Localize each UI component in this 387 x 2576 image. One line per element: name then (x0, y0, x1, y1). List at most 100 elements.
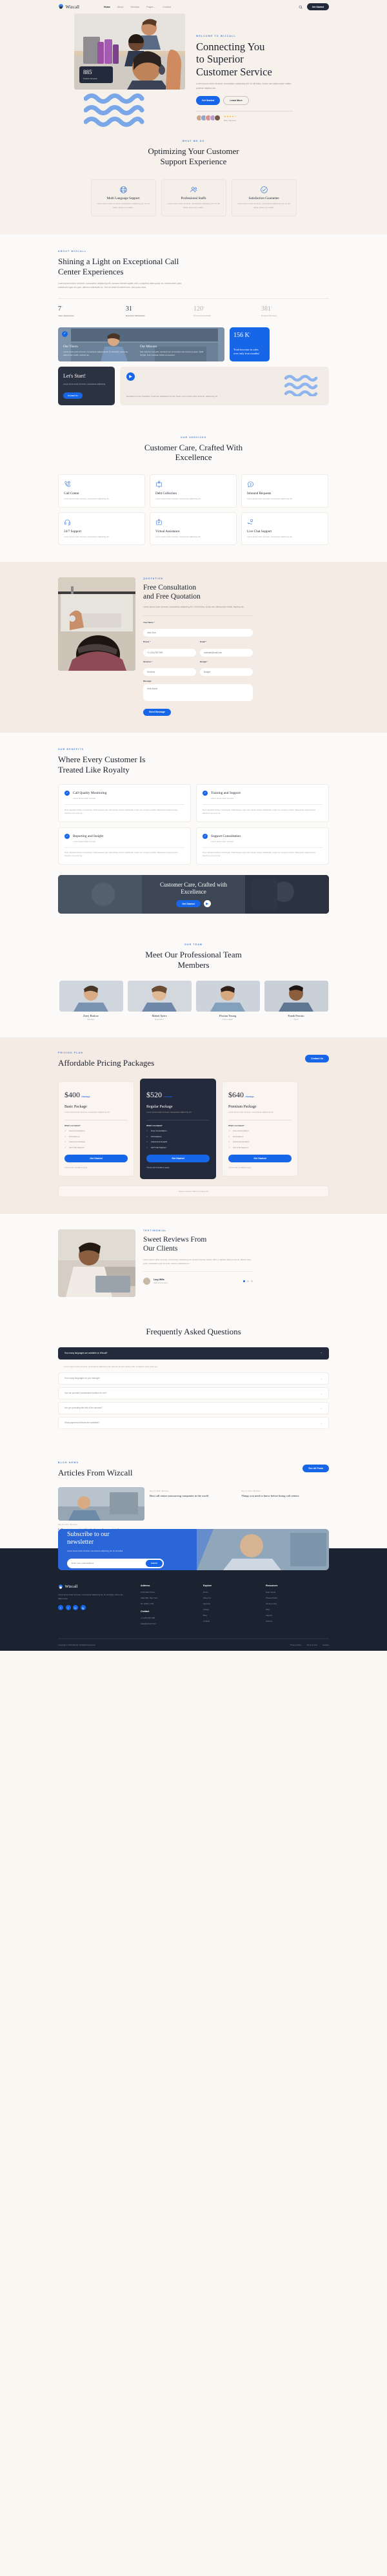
plan-get-started-button[interactable]: Get Started (228, 1154, 292, 1162)
footer-bottom-link[interactable]: Cookies (322, 1644, 329, 1646)
blog-post[interactable]: May 21, 2023 • Business Call center inno… (58, 1486, 144, 1532)
footer-link[interactable]: Terms of Use (266, 1602, 328, 1606)
feature-card[interactable]: Satisfaction Guarantee Lorem ipsum dolor… (231, 179, 297, 216)
footer-link[interactable]: Privacy Policy (266, 1597, 328, 1600)
brand-logo[interactable]: Wizcall (58, 4, 79, 10)
faq-item[interactable]: How many languages are available on Wizc… (58, 1347, 329, 1360)
linkedin-icon[interactable]: in (73, 1605, 78, 1611)
plan-get-started-button[interactable]: Get Started (146, 1154, 210, 1162)
service-card[interactable]: 24/7 Support Lorem ipsum dolor sit amet,… (58, 512, 145, 546)
nav-link-services[interactable]: Services (130, 6, 139, 8)
footer-phone[interactable]: +1 (234) 567 890 (141, 1617, 203, 1620)
search-icon[interactable] (299, 5, 303, 9)
service-title: Live Chat Support (247, 529, 272, 533)
footer-link[interactable]: FAQ (266, 1608, 328, 1611)
facebook-icon[interactable]: f (58, 1605, 63, 1611)
service-card[interactable]: Virtual Assistance Lorem ipsum dolor sit… (150, 512, 237, 546)
message-textarea[interactable] (143, 684, 253, 701)
budget-input[interactable] (200, 668, 253, 677)
footer-link[interactable]: Support (266, 1614, 328, 1617)
nav-link-contact[interactable]: Contact (163, 6, 170, 8)
footer-link[interactable]: Careers (266, 1620, 328, 1623)
chevron-down-icon[interactable]: ⌄ (321, 1407, 322, 1410)
carousel-dot[interactable] (251, 1280, 253, 1282)
instagram-icon[interactable]: ig (80, 1605, 86, 1611)
faq-list: How many languages are available on Wizc… (58, 1347, 329, 1429)
feature-card[interactable]: Professional Staffs Lorem ipsum dolor si… (161, 179, 226, 216)
team-member[interactable]: Florian Young Team Leader (195, 980, 260, 1021)
footer-link[interactable]: Contact (203, 1620, 266, 1623)
check-icon: ✓ (228, 1146, 231, 1149)
faq-item[interactable]: Are you providing the trial of the accou… (58, 1401, 329, 1414)
feature-card[interactable]: Multi Language Support Lorem ipsum dolor… (90, 179, 156, 216)
hero-learn-more-button[interactable]: Learn More (223, 95, 249, 105)
team-member[interactable]: Zoey Barlow Manager (59, 980, 123, 1021)
carousel-dot[interactable] (247, 1280, 249, 1282)
footer-link[interactable]: About Us (203, 1597, 266, 1600)
chevron-down-icon[interactable]: ⌄ (321, 1421, 322, 1425)
email-input[interactable] (200, 648, 253, 657)
service-card[interactable]: Debt Collection Lorem ipsum dolor sit am… (150, 474, 237, 508)
chevron-down-icon[interactable]: ⌄ (321, 1377, 322, 1380)
twitter-icon[interactable]: t (65, 1605, 71, 1611)
play-icon[interactable]: ▶ (126, 372, 135, 381)
blog-post[interactable]: May 21, 2023 • Business Things you need … (241, 1487, 328, 1532)
faq-item[interactable]: Can we provide a customized solution for… (58, 1387, 329, 1399)
nav-link-pages[interactable]: Pages ⌄ (146, 6, 155, 8)
footer-link[interactable]: Pricing (203, 1608, 266, 1611)
team-member[interactable]: Frank Ferrato Agent (264, 980, 328, 1021)
footer-bottom-link[interactable]: Privacy Policy (290, 1644, 301, 1646)
name-input[interactable] (143, 629, 253, 637)
chevron-up-icon[interactable]: ⌃ (321, 1352, 322, 1355)
pricing-card-regular[interactable]: $520/ Package Regular Package Lorem ipsu… (140, 1079, 216, 1179)
get-started-button[interactable]: Get Started (306, 3, 329, 10)
nav-link-about[interactable]: About (117, 6, 123, 8)
top-navigation: Wizcall Home About Services Pages ⌄ Cont… (0, 0, 387, 14)
lets-start-contact-button[interactable]: Contact Us (63, 392, 83, 399)
faq-item[interactable]: How many languages do you manage? ⌄ (58, 1372, 329, 1385)
team-member[interactable]: Mabel Ayers Supervisor (127, 980, 192, 1021)
send-message-button[interactable]: Send Message (143, 708, 171, 716)
service-card[interactable]: Inbound Requests Lorem ipsum dolor sit a… (241, 474, 328, 508)
benefit-card[interactable]: ✓ Training and Support Lorem ipsum dolor… (196, 784, 329, 822)
kpi-item: 120+ Professional Staffs (194, 305, 261, 317)
chevron-down-icon[interactable]: ⌄ (321, 1392, 322, 1395)
newsletter-email-input[interactable] (72, 1562, 146, 1565)
check-icon: ✓ (64, 1135, 67, 1138)
newsletter-submit-button[interactable]: Submit (145, 1559, 163, 1567)
pricing-card-basic[interactable]: $400/ Package Basic Package Lorem ipsum … (58, 1081, 134, 1177)
blog-post[interactable]: May 21, 2023 • Business Best call center… (150, 1487, 236, 1532)
footer-link[interactable]: Services (203, 1602, 266, 1606)
nav-link-home[interactable]: Home (104, 6, 110, 8)
benefit-card[interactable]: ✓ Call Quality Monitoring Lorem ipsum do… (58, 784, 191, 822)
see-all-posts-button[interactable]: See All Posts (303, 1464, 329, 1472)
pricing-contact-button[interactable]: Contact Us (305, 1055, 329, 1063)
video-card[interactable]: ▶ Excellence is Our Standard. Customer S… (120, 366, 329, 405)
services-select[interactable] (143, 668, 196, 677)
team-title: Meet Our Professional Team Members (145, 949, 242, 970)
service-card[interactable]: Live Chat Support Lorem ipsum dolor sit … (241, 512, 328, 546)
footer-bottom-link[interactable]: Terms of Use (306, 1644, 317, 1646)
faq-item[interactable]: What payment methods are available? ⌄ (58, 1416, 329, 1429)
footer-link[interactable]: Home (203, 1591, 266, 1594)
benefit-card[interactable]: ✓ Reporting and Insight Lorem ipsum dolo… (58, 827, 191, 865)
footer-column-heading: Resources (266, 1584, 278, 1587)
plan-get-started-button[interactable]: Get Started (64, 1154, 128, 1162)
video-banner[interactable]: Customer Care, Crafted with Excellence Ge… (58, 874, 329, 914)
footer-link[interactable]: Help Center (266, 1591, 328, 1594)
team-photo (195, 980, 260, 1012)
hero-get-started-button[interactable]: Get Started (196, 95, 221, 105)
carousel-dot[interactable] (243, 1280, 245, 1282)
service-card[interactable]: Call Center Lorem ipsum dolor sit amet, … (58, 474, 145, 508)
benefit-card[interactable]: ✓ Support Consultation Lorem ipsum dolor… (196, 827, 329, 865)
lets-start-title: Let's Start! (63, 372, 86, 379)
quotation-paragraph: Lorem ipsum dolor sit amet, consectetur … (143, 606, 244, 609)
phone-input[interactable] (143, 648, 196, 657)
footer-email[interactable]: hello@wizcall.com (141, 1622, 203, 1626)
carousel-dots[interactable] (243, 1280, 253, 1282)
video-banner-cta[interactable]: Get Started (176, 900, 201, 908)
footer-link[interactable]: Blog (203, 1614, 266, 1617)
pricing-card-premium[interactable]: $640/ Package Premium Package Lorem ipsu… (222, 1081, 298, 1177)
plan-feature: ✓ Advanced Analytic (228, 1140, 250, 1144)
play-icon[interactable]: ▶ (203, 900, 211, 908)
